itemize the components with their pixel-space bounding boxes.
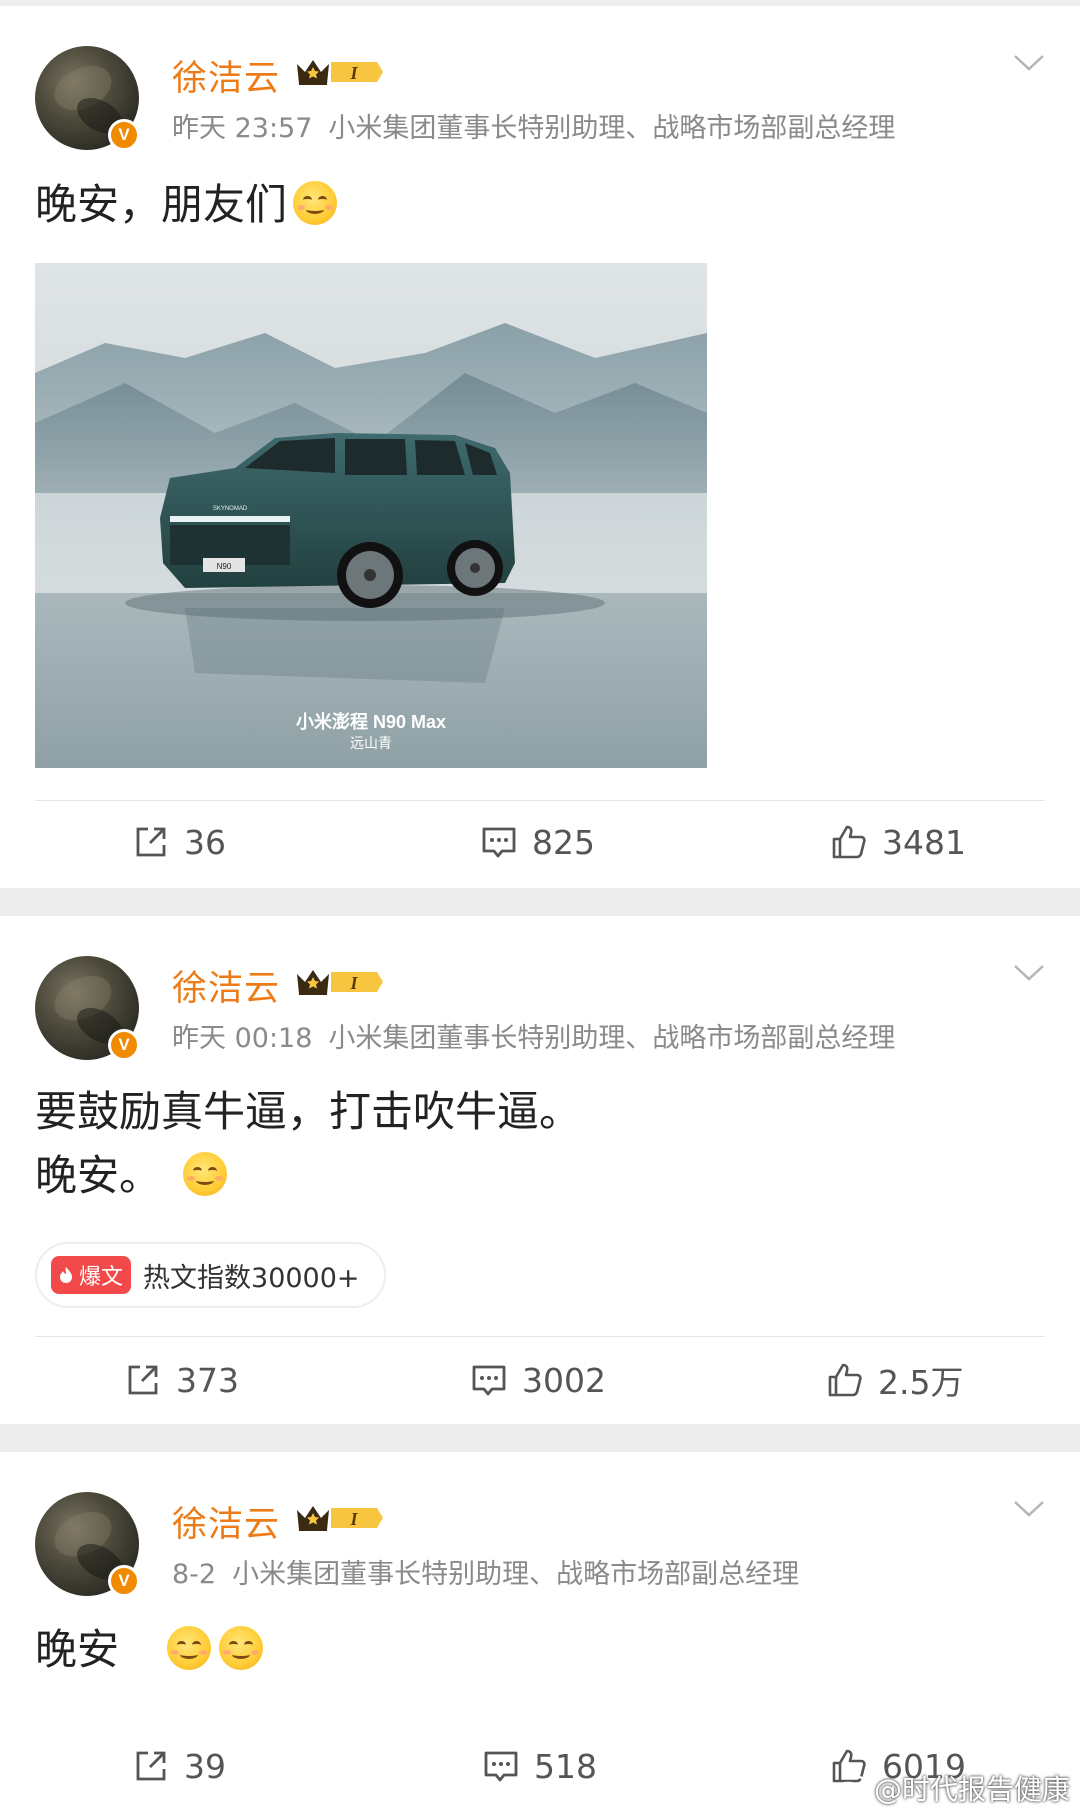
post-time: 8-2 <box>172 1559 217 1590</box>
image-subcaption: 远山青 <box>350 735 392 751</box>
weibo-post: V 徐洁云 I 昨天 00:18 小米集团董事长特别助理、战略市场部副总经理 要鼓… <box>0 916 1080 1424</box>
svg-text:I: I <box>349 63 358 83</box>
post-time: 昨天 23:57 <box>172 113 313 144</box>
watermark-text: @时代报告健康 <box>873 1773 1070 1806</box>
hot-post-badge[interactable]: 爆文 热文指数30000+ <box>35 1242 386 1308</box>
comment-icon <box>484 1751 518 1782</box>
flame-icon <box>60 1267 72 1283</box>
repost-icon <box>136 1751 166 1781</box>
post-text-content: 晚安 <box>35 1625 120 1674</box>
action-bar: 373 3002 2.5万 <box>0 1350 1080 1410</box>
image-caption: 小米澎程 N90 Max <box>295 712 447 732</box>
post-meta: 8-2 小米集团董事长特别助理、战略市场部副总经理 <box>172 1552 799 1591</box>
smile-emoji-icon <box>293 181 338 225</box>
post-text: 要鼓励真牛逼，打击吹牛逼。 晚安。 <box>35 1080 581 1208</box>
post-text-content: 晚安。 <box>35 1151 162 1200</box>
comment-button[interactable]: 825 <box>480 812 595 872</box>
crown-icon: I <box>297 1506 383 1531</box>
like-count: 3481 <box>882 822 966 862</box>
post-text: 晚安 <box>35 1618 264 1682</box>
user-title: 小米集团董事长特别助理、战略市场部副总经理 <box>328 1023 896 1054</box>
weibo-post: V 徐洁云 I 8-2 小米集团董事长特别助理、战略市场部副总经理 晚安 39 5… <box>0 1452 1080 1811</box>
weibo-post: V 徐洁云 I 昨天 23:57 小米集团董事长特别助理、战略市场部副总经理 晚安… <box>0 6 1080 888</box>
chevron-down-icon[interactable] <box>1012 962 1046 984</box>
post-meta: 昨天 00:18 小米集团董事长特别助理、战略市场部副总经理 <box>172 1016 895 1055</box>
crown-icon: I <box>297 970 383 995</box>
username[interactable]: 徐洁云 <box>172 1496 280 1547</box>
svg-text:SKYNOMAD: SKYNOMAD <box>213 506 248 512</box>
weibo-logo-icon <box>832 1775 867 1803</box>
like-icon <box>832 825 866 859</box>
hot-tag: 爆文 <box>51 1256 132 1294</box>
repost-count: 39 <box>184 1746 226 1786</box>
user-title: 小米集团董事长特别助理、战略市场部副总经理 <box>232 1559 800 1590</box>
post-image[interactable]: SKYNOMAD N90 小米澎程 N90 Max 远山青 <box>35 263 707 768</box>
hot-tag-label: 爆文 <box>79 1265 124 1290</box>
post-text: 晚安，朋友们 <box>35 173 338 237</box>
car-photo: SKYNOMAD N90 <box>35 323 707 768</box>
username[interactable]: 徐洁云 <box>172 50 280 101</box>
post-text-line: 要鼓励真牛逼，打击吹牛逼。 <box>35 1087 582 1136</box>
post-text-line: 晚安。 <box>35 1144 581 1208</box>
post-meta: 昨天 23:57 小米集团董事长特别助理、战略市场部副总经理 <box>172 106 895 145</box>
like-button[interactable]: 2.5万 <box>826 1350 963 1410</box>
post-time: 昨天 00:18 <box>172 1023 313 1054</box>
comment-icon <box>472 1365 506 1396</box>
comment-count: 518 <box>534 1746 597 1786</box>
verified-badge: V <box>108 1029 140 1061</box>
repost-icon <box>136 827 166 857</box>
verified-badge: V <box>108 1565 140 1597</box>
divider <box>35 1336 1045 1337</box>
hot-index-label: 热文指数30000+ <box>143 1262 360 1294</box>
like-count: 2.5万 <box>878 1363 964 1402</box>
repost-button[interactable]: 36 <box>132 812 226 872</box>
like-icon <box>828 1363 862 1397</box>
user-title: 小米集团董事长特别助理、战略市场部副总经理 <box>328 113 896 144</box>
divider <box>35 800 1045 801</box>
username[interactable]: 徐洁云 <box>172 960 280 1011</box>
comment-button[interactable]: 518 <box>482 1736 597 1796</box>
repost-count: 36 <box>184 822 226 862</box>
smile-emoji-icon <box>219 1626 264 1670</box>
watermark: @时代报告健康 <box>832 1768 1070 1808</box>
post-text-content: 晚安，朋友们 <box>35 180 288 229</box>
repost-button[interactable]: 373 <box>124 1350 239 1410</box>
like-button[interactable]: 3481 <box>830 812 966 872</box>
action-bar: 36 825 3481 <box>0 812 1080 872</box>
repost-icon <box>128 1365 158 1395</box>
chevron-down-icon[interactable] <box>1012 52 1046 74</box>
smile-emoji-icon <box>167 1626 212 1670</box>
svg-text:I: I <box>349 973 358 993</box>
svg-text:I: I <box>349 1509 358 1529</box>
repost-count: 373 <box>176 1360 239 1400</box>
verified-badge: V <box>108 119 140 151</box>
svg-text:N90: N90 <box>217 562 232 571</box>
comment-icon <box>482 827 516 858</box>
crown-icon: I <box>297 60 383 85</box>
comment-button[interactable]: 3002 <box>470 1350 606 1410</box>
repost-button[interactable]: 39 <box>132 1736 226 1796</box>
comment-count: 825 <box>532 822 595 862</box>
smile-emoji-icon <box>183 1152 228 1196</box>
comment-count: 3002 <box>522 1360 606 1400</box>
chevron-down-icon[interactable] <box>1012 1498 1046 1520</box>
